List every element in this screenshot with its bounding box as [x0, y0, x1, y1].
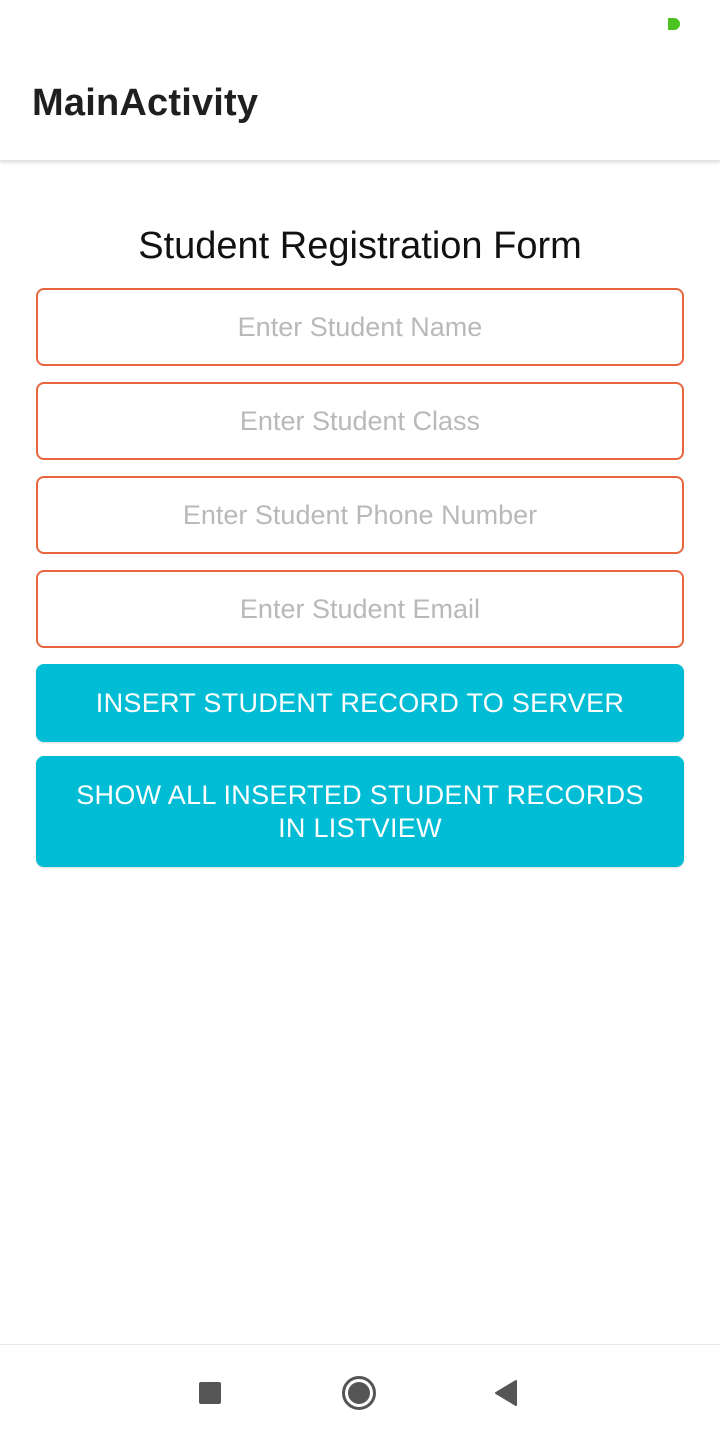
back-icon[interactable]: [494, 1380, 518, 1406]
insert-record-button-label: INSERT STUDENT RECORD TO SERVER: [95, 687, 625, 718]
status-bar: [0, 0, 720, 48]
app-bar: MainActivity: [0, 48, 720, 161]
student-class-input[interactable]: [38, 384, 682, 458]
notification-dot-icon: [668, 18, 680, 30]
app-title: MainActivity: [32, 82, 259, 124]
student-email-field[interactable]: [36, 570, 684, 648]
student-name-field[interactable]: [36, 288, 684, 366]
student-phone-input[interactable]: [38, 478, 682, 552]
show-records-button[interactable]: SHOW ALL INSERTED STUDENT RECORDS IN LIS…: [36, 756, 684, 867]
student-phone-field[interactable]: [36, 476, 684, 554]
student-email-input[interactable]: [38, 572, 682, 646]
insert-record-button[interactable]: INSERT STUDENT RECORD TO SERVER: [36, 664, 684, 742]
recents-icon[interactable]: [199, 1382, 221, 1404]
form-title: Student Registration Form: [138, 225, 582, 267]
show-records-button-label: SHOW ALL INSERTED STUDENT RECORDS IN LIS…: [76, 779, 644, 843]
student-name-input[interactable]: [38, 290, 682, 364]
navigation-bar: [0, 1344, 720, 1441]
home-icon[interactable]: [341, 1375, 377, 1411]
student-class-field[interactable]: [36, 382, 684, 460]
